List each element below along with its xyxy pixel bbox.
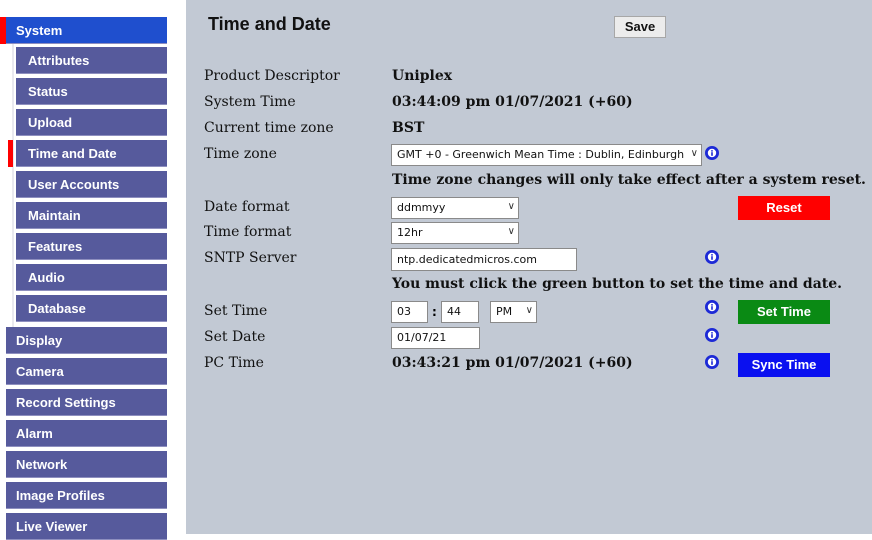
sidebar-item-label: Features [28, 239, 83, 254]
sntp-server-input[interactable]: ntp.dedicatedmicros.com [391, 248, 577, 271]
sidebar-item-display[interactable]: Display [6, 327, 167, 354]
chevron-down-icon: ∨ [507, 201, 515, 212]
info-icon[interactable] [705, 300, 719, 314]
sidebar-item-system[interactable]: System [0, 17, 167, 44]
set-time-ampm-value: PM [496, 305, 513, 318]
time-separator: : [432, 305, 437, 319]
sidebar-item-label: Upload [28, 115, 73, 130]
sidebar-item-record-settings[interactable]: Record Settings [6, 389, 167, 416]
sync-time-button[interactable]: Sync Time [738, 353, 830, 377]
sidebar-item-camera[interactable]: Camera [6, 358, 167, 385]
sidebar-item-audio[interactable]: Audio [16, 264, 167, 291]
system-time-label: System Time [204, 94, 296, 110]
system-time-value: 03:44:09 pm 01/07/2021 (+60) [392, 94, 633, 110]
set-date-input[interactable]: 01/07/21 [391, 327, 480, 349]
pc-time-value: 03:43:21 pm 01/07/2021 (+60) [392, 355, 633, 371]
sidebar-item-label: System [16, 23, 63, 38]
set-time-note: You must click the green button to set t… [392, 276, 843, 292]
time-format-select[interactable]: 12hr ∨ [391, 222, 519, 244]
sidebar-item-features[interactable]: Features [16, 233, 167, 260]
sidebar-item-label: Time and Date [28, 146, 117, 161]
info-icon[interactable] [705, 328, 719, 342]
info-icon[interactable] [705, 355, 719, 369]
date-format-label: Date format [204, 199, 290, 215]
submenu-rule [12, 44, 14, 330]
sidebar-item-live-viewer[interactable]: Live Viewer [6, 513, 167, 540]
sidebar-item-upload[interactable]: Upload [16, 109, 167, 136]
product-descriptor-value: Uniplex [392, 68, 453, 84]
info-icon[interactable] [705, 146, 719, 160]
date-format-select[interactable]: ddmmyy ∨ [391, 197, 519, 219]
sidebar-item-label: Live Viewer [16, 519, 88, 534]
sidebar-item-label: Audio [28, 270, 65, 285]
timezone-select-value: GMT +0 - Greenwich Mean Time : Dublin, E… [397, 148, 685, 161]
sidebar-item-time-and-date[interactable]: Time and Date [8, 140, 167, 167]
sidebar-item-label: User Accounts [28, 177, 120, 192]
sidebar-item-alarm[interactable]: Alarm [6, 420, 167, 447]
sidebar-item-label: Alarm [16, 426, 53, 441]
sidebar-item-status[interactable]: Status [16, 78, 167, 105]
sidebar-item-label: Maintain [28, 208, 81, 223]
pc-time-label: PC Time [204, 355, 264, 371]
date-format-value: ddmmyy [397, 201, 446, 214]
sidebar-item-label: Camera [16, 364, 64, 379]
set-time-button[interactable]: Set Time [738, 300, 830, 324]
chevron-down-icon: ∨ [688, 145, 698, 164]
save-button[interactable]: Save [614, 16, 666, 38]
timezone-label: Time zone [204, 146, 277, 162]
sidebar-item-attributes[interactable]: Attributes [16, 47, 167, 74]
set-time-label: Set Time [204, 303, 268, 319]
page-title: Time and Date [208, 14, 331, 34]
selected-marker [0, 17, 6, 44]
sidebar-item-label: Image Profiles [16, 488, 105, 503]
sidebar-item-label: Status [28, 84, 68, 99]
timezone-note: Time zone changes will only take effect … [392, 172, 866, 188]
sidebar-item-database[interactable]: Database [16, 295, 167, 322]
product-descriptor-label: Product Descriptor [204, 68, 340, 84]
set-date-label: Set Date [204, 329, 266, 345]
sidebar-item-image-profiles[interactable]: Image Profiles [6, 482, 167, 509]
time-format-value: 12hr [397, 226, 423, 239]
chevron-down-icon: ∨ [507, 226, 515, 237]
sidebar-item-network[interactable]: Network [6, 451, 167, 478]
sidebar-item-maintain[interactable]: Maintain [16, 202, 167, 229]
main-panel: Time and Date Save Product Descriptor Un… [186, 0, 872, 534]
set-time-hour-input[interactable]: 03 [391, 301, 428, 323]
sidebar-item-label: Display [16, 333, 63, 348]
sidebar-item-user-accounts[interactable]: User Accounts [16, 171, 167, 198]
sntp-server-label: SNTP Server [204, 250, 297, 266]
current-timezone-label: Current time zone [204, 120, 334, 136]
time-format-label: Time format [204, 224, 292, 240]
current-timezone-value: BST [392, 120, 425, 136]
set-time-minute-input[interactable]: 44 [441, 301, 479, 323]
timezone-select[interactable]: GMT +0 - Greenwich Mean Time : Dublin, E… [391, 144, 702, 166]
set-time-ampm-select[interactable]: PM ∨ [490, 301, 537, 323]
sidebar-item-label: Database [28, 301, 86, 316]
chevron-down-icon: ∨ [525, 305, 533, 316]
sidebar-nav: System Attributes Status Upload Time and… [0, 0, 178, 540]
sidebar-item-label: Network [16, 457, 68, 472]
sidebar-item-label: Record Settings [16, 395, 116, 410]
reset-button[interactable]: Reset [738, 196, 830, 220]
sidebar-item-label: Attributes [28, 53, 90, 68]
info-icon[interactable] [705, 250, 719, 264]
selected-marker [8, 140, 13, 167]
